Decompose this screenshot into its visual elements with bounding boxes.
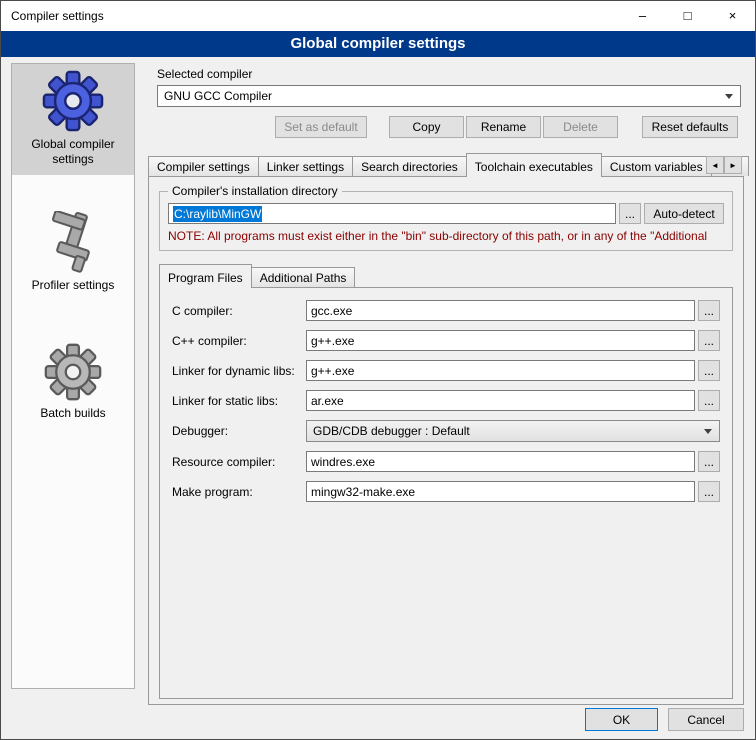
rename-button[interactable]: Rename: [466, 116, 541, 138]
close-button[interactable]: ×: [710, 1, 755, 31]
titlebar[interactable]: Compiler settings – □ ×: [1, 1, 755, 31]
tab-compiler-settings[interactable]: Compiler settings: [148, 156, 259, 176]
note-text: NOTE: All programs must exist either in …: [168, 229, 724, 243]
copy-button[interactable]: Copy: [389, 116, 464, 138]
field-label: Linker for static libs:: [172, 394, 306, 408]
tab-scroll-left-button[interactable]: ◄: [706, 156, 724, 174]
profiler-tool-icon: [14, 211, 132, 273]
sidebar: Global compiler settings Profiler settin…: [11, 63, 135, 689]
browse-button[interactable]: ...: [698, 360, 720, 381]
sidebar-item-label: Global compiler settings: [14, 137, 132, 167]
delete-button: Delete: [543, 116, 618, 138]
footer: OK Cancel: [585, 708, 744, 731]
sidebar-item-batch-builds[interactable]: Batch builds: [12, 337, 134, 429]
input-value: g++.exe: [311, 364, 354, 378]
field-label: Make program:: [172, 485, 306, 499]
field-label: C compiler:: [172, 304, 306, 318]
minimize-button[interactable]: –: [620, 1, 665, 31]
field-label: C++ compiler:: [172, 334, 306, 348]
field-label: Resource compiler:: [172, 455, 306, 469]
compiler-actions: Set as default Copy Rename Delete Reset …: [157, 116, 738, 138]
installation-directory-value: C:\raylib\MinGW: [173, 206, 262, 222]
field-row-linker-static: Linker for static libs: ar.exe ...: [172, 390, 720, 411]
compiler-gear-icon: [14, 70, 132, 132]
toolchain-executables-panel: Compiler's installation directory C:\ray…: [148, 176, 744, 705]
subtab-bar: Program Files Additional Paths: [159, 263, 743, 287]
installation-directory-input[interactable]: C:\raylib\MinGW: [168, 203, 616, 224]
tabs-area: Compiler settings Linker settings Search…: [148, 152, 744, 705]
c-compiler-input[interactable]: gcc.exe: [306, 300, 695, 321]
tab-bar: Compiler settings Linker settings Search…: [148, 152, 744, 176]
browse-button[interactable]: ...: [698, 481, 720, 502]
tab-scroll-right-button[interactable]: ►: [724, 156, 742, 174]
field-row-resource-compiler: Resource compiler: windres.exe ...: [172, 451, 720, 472]
chevron-down-icon: [704, 429, 712, 434]
sidebar-item-global-compiler-settings[interactable]: Global compiler settings: [12, 64, 134, 175]
input-value: mingw32-make.exe: [311, 485, 415, 499]
page-title: Global compiler settings: [1, 31, 755, 57]
compiler-select-value: GNU GCC Compiler: [164, 89, 272, 103]
tab-scroll-controls: ◄ ►: [706, 156, 742, 174]
installation-directory-group: Compiler's installation directory C:\ray…: [159, 191, 733, 251]
compiler-select[interactable]: GNU GCC Compiler: [157, 85, 741, 107]
browse-button[interactable]: ...: [698, 300, 720, 321]
ok-button[interactable]: OK: [585, 708, 658, 731]
tab-search-directories[interactable]: Search directories: [352, 156, 467, 176]
installation-directory-row: C:\raylib\MinGW ... Auto-detect: [168, 203, 724, 224]
debugger-select-value: GDB/CDB debugger : Default: [313, 424, 470, 438]
input-value: gcc.exe: [311, 304, 352, 318]
field-row-make-program: Make program: mingw32-make.exe ...: [172, 481, 720, 502]
browse-button[interactable]: ...: [698, 390, 720, 411]
field-row-c-compiler: C compiler: gcc.exe ...: [172, 300, 720, 321]
tab-custom-variables[interactable]: Custom variables: [601, 156, 712, 176]
field-row-debugger: Debugger: GDB/CDB debugger : Default: [172, 420, 720, 442]
chevron-down-icon: [725, 94, 733, 99]
window-title: Compiler settings: [1, 9, 620, 23]
sidebar-item-profiler-settings[interactable]: Profiler settings: [12, 205, 134, 301]
field-row-linker-dynamic: Linker for dynamic libs: g++.exe ...: [172, 360, 720, 381]
browse-button[interactable]: ...: [698, 330, 720, 351]
program-files-panel: C compiler: gcc.exe ... C++ compiler: g+…: [159, 287, 733, 699]
window-controls: – □ ×: [620, 1, 755, 31]
tab-linker-settings[interactable]: Linker settings: [258, 156, 353, 176]
tab-toolchain-executables[interactable]: Toolchain executables: [466, 153, 602, 177]
make-program-input[interactable]: mingw32-make.exe: [306, 481, 695, 502]
dialog-body: Global compiler settings Profiler settin…: [1, 57, 755, 739]
field-label: Linker for dynamic libs:: [172, 364, 306, 378]
browse-directory-button[interactable]: ...: [619, 203, 641, 224]
subtab-additional-paths[interactable]: Additional Paths: [251, 267, 356, 287]
browse-button[interactable]: ...: [698, 451, 720, 472]
cancel-button[interactable]: Cancel: [668, 708, 744, 731]
subtab-program-files[interactable]: Program Files: [159, 264, 252, 288]
compiler-settings-window: Compiler settings – □ × Global compiler …: [0, 0, 756, 740]
batch-builds-gear-icon: [14, 343, 132, 401]
sidebar-item-label: Batch builds: [14, 406, 132, 421]
linker-static-input[interactable]: ar.exe: [306, 390, 695, 411]
main-panel: Selected compiler GNU GCC Compiler Set a…: [146, 57, 746, 739]
field-row-cpp-compiler: C++ compiler: g++.exe ...: [172, 330, 720, 351]
input-value: g++.exe: [311, 334, 354, 348]
auto-detect-button[interactable]: Auto-detect: [644, 203, 724, 224]
input-value: ar.exe: [311, 394, 344, 408]
selected-compiler-label: Selected compiler: [157, 67, 746, 81]
debugger-select[interactable]: GDB/CDB debugger : Default: [306, 420, 720, 442]
input-value: windres.exe: [311, 455, 375, 469]
reset-defaults-button[interactable]: Reset defaults: [642, 116, 738, 138]
sidebar-item-label: Profiler settings: [14, 278, 132, 293]
installation-directory-group-title: Compiler's installation directory: [168, 184, 342, 198]
linker-dynamic-input[interactable]: g++.exe: [306, 360, 695, 381]
cpp-compiler-input[interactable]: g++.exe: [306, 330, 695, 351]
resource-compiler-input[interactable]: windres.exe: [306, 451, 695, 472]
field-label: Debugger:: [172, 424, 306, 438]
set-as-default-button: Set as default: [275, 116, 367, 138]
maximize-button[interactable]: □: [665, 1, 710, 31]
